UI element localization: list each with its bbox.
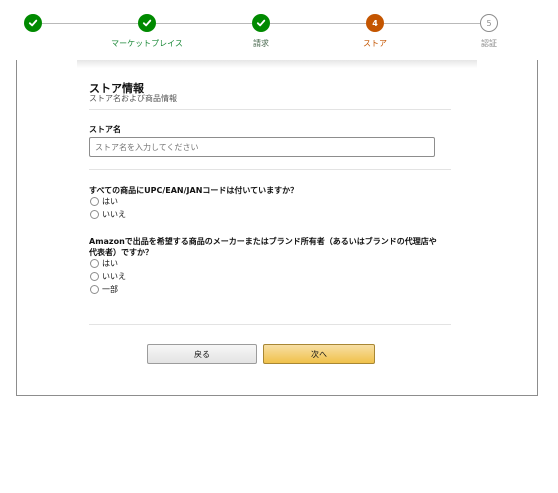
stepper-connector	[156, 23, 252, 24]
radio-button[interactable]	[90, 285, 99, 294]
radio-label: いいえ	[102, 210, 126, 219]
step-1-complete	[24, 14, 42, 32]
page-subtitle: ストア名および商品情報	[89, 94, 177, 103]
brand-option-yes[interactable]: はい	[90, 258, 118, 269]
brand-owner-question: Amazonで出品を希望する商品のメーカーまたはブランド所有者（あるいはブランド…	[89, 236, 451, 258]
checkmark-icon	[28, 19, 38, 27]
divider	[89, 324, 451, 325]
page: マーケットプレイス 請求 4 ストア 5 認証 ストア情報 ストア名および商品情…	[0, 0, 558, 493]
brand-option-some[interactable]: 一部	[90, 284, 118, 295]
step-3-complete	[252, 14, 270, 32]
stepper-connector	[384, 23, 480, 24]
brand-option-no[interactable]: いいえ	[90, 271, 126, 282]
store-name-input[interactable]	[89, 137, 435, 157]
checkmark-icon	[142, 19, 152, 27]
radio-button[interactable]	[90, 197, 99, 206]
stepper-connector	[42, 23, 138, 24]
step-5-label: 認証	[481, 39, 497, 48]
header-shadow	[77, 60, 477, 68]
radio-button[interactable]	[90, 259, 99, 268]
progress-stepper: マーケットプレイス 請求 4 ストア 5 認証	[0, 0, 558, 60]
radio-button[interactable]	[90, 272, 99, 281]
store-info-form: ストア情報 ストア名および商品情報 ストア名 すべての商品にUPC/EAN/JA…	[16, 60, 538, 396]
step-4-current: 4	[366, 14, 384, 32]
back-button[interactable]: 戻る	[147, 344, 257, 364]
step-3-label: 請求	[253, 39, 269, 48]
stepper-connector	[270, 23, 366, 24]
checkmark-icon	[256, 19, 266, 27]
next-button[interactable]: 次へ	[263, 344, 375, 364]
radio-label: はい	[102, 259, 118, 268]
divider	[89, 109, 451, 110]
step-5-pending: 5	[480, 14, 498, 32]
step-2-label: マーケットプレイス	[111, 39, 183, 48]
upc-option-no[interactable]: いいえ	[90, 209, 126, 220]
radio-label: はい	[102, 197, 118, 206]
store-name-label: ストア名	[89, 125, 121, 134]
radio-label: 一部	[102, 285, 118, 294]
divider	[89, 169, 451, 170]
upc-option-yes[interactable]: はい	[90, 196, 118, 207]
radio-label: いいえ	[102, 272, 126, 281]
question-line: Amazonで出品を希望する商品のメーカーまたはブランド所有者（あるいはブランド…	[89, 237, 437, 246]
radio-button[interactable]	[90, 210, 99, 219]
upc-question: すべての商品にUPC/EAN/JANコードは付いていますか？	[89, 186, 299, 195]
step-2-complete	[138, 14, 156, 32]
step-4-label: ストア	[363, 39, 387, 48]
question-line: 代表者）ですか？	[89, 248, 153, 257]
